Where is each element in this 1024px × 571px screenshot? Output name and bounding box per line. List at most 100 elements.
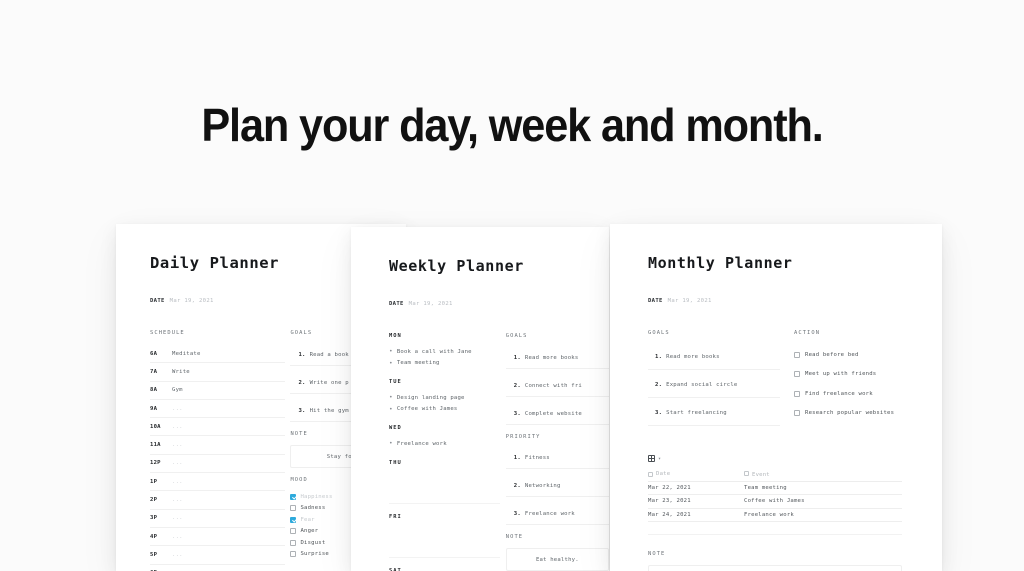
weekly-goal-item-text[interactable]: Read more books xyxy=(525,355,579,361)
mood-checkbox[interactable] xyxy=(290,493,297,500)
weekly-goal-item-text[interactable]: Complete website xyxy=(525,411,582,417)
database-toolbar[interactable]: ▾ xyxy=(648,455,902,462)
daily-date-value[interactable]: Mar 19, 2021 xyxy=(170,298,214,304)
table-cell-event[interactable]: Team meeting xyxy=(744,485,894,491)
monthly-goal-item[interactable]: 2. Expand social circle xyxy=(648,373,780,398)
schedule-time: 6A xyxy=(150,350,158,357)
action-checkbox[interactable] xyxy=(794,371,800,378)
monthly-events-table: Date Event Mar 22, 2021 Team meeting Mar 23,… xyxy=(648,468,902,522)
table-cell-date[interactable]: Mar 23, 2021 xyxy=(648,498,744,504)
monthly-goal-item[interactable]: 3. Start freelancing xyxy=(648,401,780,426)
weekly-goal-item[interactable]: 3. Complete website xyxy=(505,404,609,425)
action-item[interactable]: Find freelance work xyxy=(794,384,934,404)
monthly-goal-item-text[interactable]: Start freelancing xyxy=(666,410,727,416)
action-item[interactable]: Research popular websites xyxy=(794,404,934,424)
weekly-day-block: SAT xyxy=(389,568,500,571)
weekly-day-task[interactable]: Coffee with James xyxy=(389,404,500,416)
schedule-row[interactable]: 9A... xyxy=(150,400,286,419)
weekly-goal-item[interactable]: 1. Read more books xyxy=(505,348,609,369)
table-row[interactable]: Mar 22, 2021 Team meeting xyxy=(648,482,902,495)
mood-checkbox[interactable] xyxy=(290,551,297,558)
weekly-priority-item-text[interactable]: Networking xyxy=(525,483,561,489)
table-cell-date[interactable]: Mar 24, 2021 xyxy=(648,512,744,518)
table-column-date[interactable]: Date xyxy=(648,471,744,477)
schedule-time: 5P xyxy=(150,551,158,558)
weekly-date-value[interactable]: Mar 19, 2021 xyxy=(409,301,453,307)
weekly-priority-item-text[interactable]: Fitness xyxy=(525,455,550,461)
weekly-goal-item-text[interactable]: Connect with fri xyxy=(525,383,582,389)
schedule-row[interactable]: 3P... xyxy=(150,510,286,528)
weekly-day-empty-slot[interactable] xyxy=(389,473,500,504)
schedule-row[interactable]: 11A... xyxy=(150,436,286,455)
schedule-row[interactable]: 6A Meditate xyxy=(150,345,286,364)
schedule-row[interactable]: 4P... xyxy=(150,528,286,547)
schedule-activity[interactable]: Meditate xyxy=(172,351,201,357)
weekly-goal-item[interactable]: 2. Connect with fri xyxy=(505,376,609,397)
weekly-day-task[interactable]: Freelance work xyxy=(389,438,500,450)
monthly-note-box[interactable]: Stay focused and stick to the action pla… xyxy=(648,565,902,571)
action-label: Research popular websites xyxy=(805,410,895,417)
action-item[interactable]: Meet up with friends xyxy=(794,365,934,385)
schedule-row[interactable]: 8A Gym xyxy=(150,382,286,400)
mood-label: Fear xyxy=(300,516,315,523)
schedule-activity[interactable]: ... xyxy=(172,479,183,485)
weekly-priority-item-number: 2. xyxy=(513,483,521,489)
table-row[interactable]: Mar 24, 2021 Freelance work xyxy=(648,509,902,522)
mood-checkbox[interactable] xyxy=(290,516,297,523)
weekly-day-empty-slot[interactable] xyxy=(389,527,500,558)
monthly-goal-item[interactable]: 1. Read more books xyxy=(648,345,780,370)
schedule-row[interactable]: 1P... xyxy=(150,473,286,492)
schedule-row[interactable]: 12P... xyxy=(150,455,286,474)
action-checkbox[interactable] xyxy=(794,390,800,397)
weekly-priority-item-text[interactable]: Freelance work xyxy=(525,511,575,517)
weekly-priority-item[interactable]: 2. Networking xyxy=(505,476,609,497)
daily-goal-item-text[interactable]: Hit the gym xyxy=(310,408,349,414)
weekly-day-task[interactable]: Book a call with Jane xyxy=(389,346,500,358)
mood-checkbox[interactable] xyxy=(290,505,297,512)
schedule-row[interactable]: 10A... xyxy=(150,418,286,437)
schedule-row[interactable]: 7A Write xyxy=(150,363,286,382)
table-cell-date[interactable]: Mar 22, 2021 xyxy=(648,485,744,491)
mood-checkbox[interactable] xyxy=(290,539,297,546)
chevron-down-icon[interactable]: ▾ xyxy=(658,456,661,462)
mood-label: Sadness xyxy=(300,505,326,512)
weekly-day-task[interactable]: Team meeting xyxy=(389,358,500,370)
schedule-activity[interactable]: ... xyxy=(172,497,183,503)
schedule-activity[interactable]: Gym xyxy=(172,387,183,393)
schedule-activity[interactable]: ... xyxy=(172,406,183,412)
daily-goal-item-text[interactable]: Read a book xyxy=(310,352,349,358)
mood-checkbox[interactable] xyxy=(290,528,297,535)
action-checkbox[interactable] xyxy=(794,410,800,417)
schedule-row[interactable]: 5P... xyxy=(150,546,286,565)
daily-goal-item-text[interactable]: Write one p xyxy=(310,380,349,386)
schedule-activity[interactable]: ... xyxy=(172,442,183,448)
schedule-activity[interactable]: ... xyxy=(172,460,183,466)
table-cell-event[interactable]: Freelance work xyxy=(744,512,894,518)
schedule-activity[interactable]: ... xyxy=(172,552,183,558)
monthly-planner-card[interactable]: Monthly Planner DATE Mar 19, 2021 GOALS 1… xyxy=(610,224,942,571)
schedule-activity[interactable]: ... xyxy=(172,515,183,521)
weekly-planner-card[interactable]: Weekly Planner DATE Mar 19, 2021 MON Book … xyxy=(351,227,609,571)
action-checkbox[interactable] xyxy=(794,351,800,358)
weekly-note-box[interactable]: Eat healthy. xyxy=(505,548,609,571)
weekly-day-task[interactable]: Design landing page xyxy=(389,392,500,404)
weekly-priority-item[interactable]: 3. Freelance work xyxy=(505,504,609,525)
table-view-icon[interactable] xyxy=(648,455,655,462)
monthly-goal-item-text[interactable]: Read more books xyxy=(666,354,720,360)
schedule-time: 11A xyxy=(150,442,161,449)
table-cell-event[interactable]: Coffee with James xyxy=(744,498,894,504)
schedule-activity[interactable]: Write xyxy=(172,369,190,375)
weekly-priority-item[interactable]: 1. Fitness xyxy=(505,448,609,469)
schedule-row[interactable]: 2P... xyxy=(150,491,286,510)
table-column-event[interactable]: Event xyxy=(744,470,894,478)
schedule-time: 9A xyxy=(150,405,158,412)
weekly-day-block: MON Book a call with JaneTeam meeting xyxy=(389,333,500,369)
schedule-activity[interactable]: ... xyxy=(172,534,183,540)
schedule-row[interactable]: 6P... xyxy=(150,565,285,571)
table-row[interactable]: Mar 23, 2021 Coffee with James xyxy=(648,495,902,509)
action-item[interactable]: Read before bed xyxy=(794,345,934,365)
schedule-activity[interactable]: ... xyxy=(172,424,183,430)
monthly-goal-item-text[interactable]: Expand social circle xyxy=(666,382,737,388)
monthly-date-value[interactable]: Mar 19, 2021 xyxy=(668,298,712,304)
weekly-note-heading: NOTE xyxy=(505,534,524,540)
